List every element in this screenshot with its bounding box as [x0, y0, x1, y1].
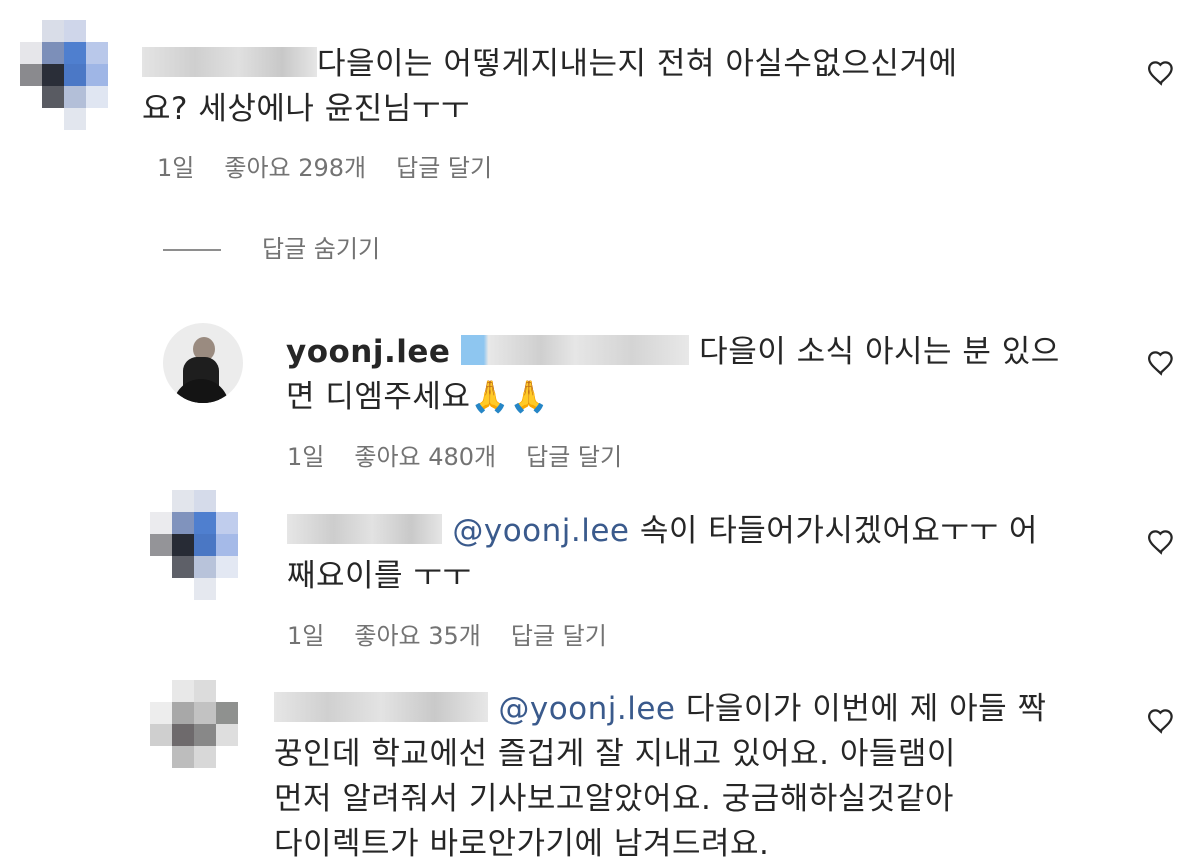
- likes-count[interactable]: 좋아요 298개: [224, 154, 366, 182]
- blurred-username[interactable]: [287, 514, 442, 544]
- reply-text: @yoonj.lee 다을이가 이번에 제 아들 짝 꿍인데 학교에선 즐겁게 …: [274, 691, 1047, 862]
- avatar[interactable]: [150, 680, 242, 772]
- reply-meta: 1일 좋아요 35개 답글 달기: [287, 621, 637, 651]
- reply-button[interactable]: 답글 달기: [396, 154, 492, 182]
- likes-count[interactable]: 좋아요 35개: [354, 622, 481, 650]
- mention-link[interactable]: @yoonj.lee: [498, 691, 675, 727]
- comment-text: 다을이는 어떻게지내는지 전혀 아실수없으신거에 요? 세상에나 윤진님ㅜㅜ: [142, 46, 958, 127]
- comment-meta: 1일 좋아요 298개 답글 달기: [157, 153, 522, 183]
- comment-time: 1일: [157, 154, 195, 182]
- heart-icon[interactable]: [1146, 348, 1176, 378]
- avatar[interactable]: [20, 20, 112, 132]
- avatar[interactable]: [150, 490, 242, 602]
- username[interactable]: yoonj.lee: [286, 334, 450, 370]
- reply-text: yoonj.lee 다을이 소식 아시는 분 있으 면 디엠주세요🙏🙏: [286, 334, 1060, 415]
- reply-button[interactable]: 답글 달기: [511, 622, 607, 650]
- likes-count[interactable]: 좋아요 480개: [354, 443, 496, 471]
- reply-time: 1일: [287, 622, 325, 650]
- heart-icon[interactable]: [1146, 706, 1176, 736]
- reply-text: @yoonj.lee 속이 타들어가시겠어요ㅜㅜ 어 째요이를 ㅜㅜ: [287, 513, 1038, 594]
- blurred-username[interactable]: [274, 692, 488, 722]
- reply-time: 1일: [287, 443, 325, 471]
- blurred-username[interactable]: [142, 47, 317, 77]
- reply-meta: 1일 좋아요 480개 답글 달기: [287, 442, 652, 472]
- reply-button[interactable]: 답글 달기: [526, 443, 622, 471]
- avatar[interactable]: [163, 323, 243, 403]
- mention-link[interactable]: @yoonj.lee: [452, 513, 629, 549]
- heart-icon[interactable]: [1146, 527, 1176, 557]
- heart-icon[interactable]: [1146, 58, 1176, 88]
- hide-replies-line: [163, 249, 221, 251]
- blurred-text: [460, 335, 689, 365]
- hide-replies-button[interactable]: 답글 숨기기: [262, 234, 380, 264]
